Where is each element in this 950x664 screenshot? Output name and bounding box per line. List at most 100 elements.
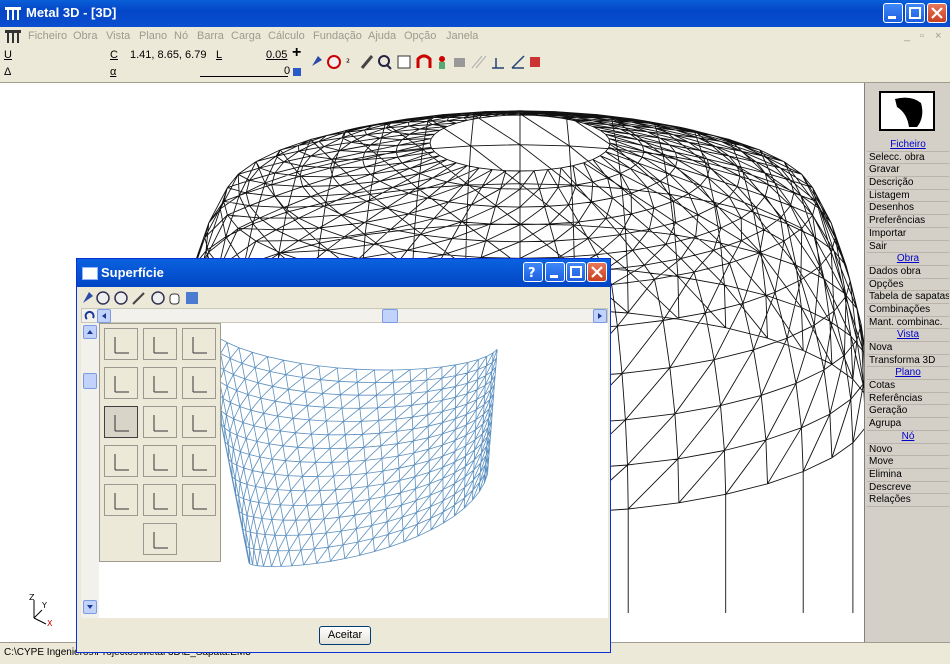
step-value[interactable]: 0.05 xyxy=(266,49,287,61)
rotate-icon[interactable] xyxy=(83,309,97,322)
horizontal-scroll-thumb[interactable] xyxy=(382,309,398,323)
command-item[interactable]: Descreve xyxy=(867,482,949,495)
mdi-minimize-icon[interactable]: _ xyxy=(904,30,910,42)
view-orientation-button[interactable] xyxy=(104,406,138,438)
dialog-toolbar[interactable] xyxy=(80,289,240,307)
view-orientation-button[interactable] xyxy=(182,445,216,477)
command-item[interactable]: Referências xyxy=(867,393,949,406)
view-orientation-button[interactable] xyxy=(143,328,177,360)
command-item[interactable]: Move xyxy=(867,456,949,469)
angle-slider[interactable] xyxy=(200,65,288,77)
dialog-footer: Aceitar xyxy=(77,620,610,652)
command-item[interactable]: Geração xyxy=(867,405,949,419)
toolbar: U Δ C 1.41, 8.65, 6.79 L α 0.05 + 0 ² xyxy=(0,44,950,83)
arrow-right-icon xyxy=(598,313,602,319)
menu-ajuda[interactable]: Ajuda xyxy=(368,30,396,42)
command-item[interactable]: Descrição xyxy=(867,177,949,190)
scroll-left-button[interactable] xyxy=(97,309,111,323)
view-orientation-button[interactable] xyxy=(182,406,216,438)
view-orientation-button[interactable] xyxy=(182,484,216,516)
plus-button[interactable]: + xyxy=(292,44,301,62)
mdi-close-icon[interactable]: × xyxy=(935,30,941,42)
axis-view-icon xyxy=(114,415,129,432)
menu-plano[interactable]: Plano xyxy=(139,30,167,42)
accept-button[interactable]: Aceitar xyxy=(319,626,371,645)
minimize-button[interactable] xyxy=(883,3,903,23)
zoom-level-icon: ² xyxy=(346,58,350,69)
menu-janela[interactable]: Janela xyxy=(446,30,478,42)
mdi-restore-icon[interactable]: ▫ xyxy=(920,30,924,42)
vertical-scroll-thumb[interactable] xyxy=(83,373,97,389)
command-item[interactable]: Sair xyxy=(867,241,949,254)
alpha-label[interactable]: α xyxy=(110,66,116,78)
view-orientation-button[interactable] xyxy=(143,406,177,438)
arrow-down-icon xyxy=(87,605,93,609)
command-item[interactable]: Transforma 3D xyxy=(867,355,949,368)
command-item[interactable]: Novo xyxy=(867,444,949,457)
menu-ficheiro[interactable]: Ficheiro xyxy=(28,30,67,42)
view-orientation-button[interactable] xyxy=(182,328,216,360)
axes-icon xyxy=(511,55,525,69)
view-orientation-button[interactable] xyxy=(104,367,138,399)
c-label[interactable]: C xyxy=(110,49,118,61)
command-item[interactable]: Cotas xyxy=(867,380,949,393)
l-label[interactable]: L xyxy=(216,49,222,61)
command-item[interactable]: Mant. combinac. xyxy=(867,317,949,330)
axis-view-icon xyxy=(192,493,207,510)
menu-calculo[interactable]: Cálculo xyxy=(268,30,305,42)
view-orientation-button[interactable] xyxy=(104,445,138,477)
view-orientation-button[interactable] xyxy=(143,484,177,516)
menu-barra[interactable]: Barra xyxy=(197,30,224,42)
delta-label[interactable]: Δ xyxy=(4,66,11,78)
view-orientation-button[interactable] xyxy=(104,328,138,360)
command-item[interactable]: Agrupa xyxy=(867,418,949,431)
command-item[interactable]: Gravar xyxy=(867,164,949,178)
scroll-down-button[interactable] xyxy=(83,600,97,614)
menu-vista[interactable]: Vista xyxy=(106,30,130,42)
command-item[interactable]: Listagem xyxy=(867,190,949,203)
dialog-maximize-button[interactable] xyxy=(566,262,586,282)
dialog-close-button[interactable] xyxy=(587,262,607,282)
logo-icon xyxy=(895,97,923,127)
menu-fundacao[interactable]: Fundação xyxy=(313,30,362,42)
minimize-icon xyxy=(888,16,896,19)
tool-icons[interactable]: ² xyxy=(308,52,588,72)
command-item[interactable]: Desenhos xyxy=(867,202,949,216)
menu-obra[interactable]: Obra xyxy=(73,30,97,42)
dxf-icon xyxy=(397,55,411,69)
draw-icon xyxy=(132,292,145,305)
command-item[interactable]: Dados obra xyxy=(867,266,949,279)
dialog-minimize-button[interactable] xyxy=(545,262,565,282)
database-icon[interactable] xyxy=(292,67,302,77)
vertical-scrollbar[interactable] xyxy=(81,323,100,618)
menu-carga[interactable]: Carga xyxy=(231,30,261,42)
command-item[interactable]: Nova xyxy=(867,342,949,355)
menu-opcao[interactable]: Opção xyxy=(404,30,436,42)
command-item[interactable]: Elimina xyxy=(867,469,949,482)
app-menu-icon[interactable] xyxy=(5,29,21,43)
menu-no[interactable]: Nó xyxy=(174,30,188,42)
u-label[interactable]: U xyxy=(4,49,12,61)
mirror-icon xyxy=(471,55,487,69)
scroll-right-button[interactable] xyxy=(593,309,607,323)
view-orientation-button[interactable] xyxy=(104,484,138,516)
command-item[interactable]: Preferências xyxy=(867,215,949,228)
maximize-button[interactable] xyxy=(905,3,925,23)
command-item[interactable]: Opções xyxy=(867,279,949,292)
command-item[interactable]: Relações xyxy=(867,494,949,507)
axis-view-icon xyxy=(192,337,207,354)
view-orientation-button[interactable] xyxy=(143,523,177,555)
command-item[interactable]: Selecc. obra xyxy=(867,152,949,165)
surface-preview[interactable] xyxy=(99,323,608,618)
svg-text:X: X xyxy=(47,619,53,628)
scroll-up-button[interactable] xyxy=(83,325,97,339)
command-item[interactable]: Importar xyxy=(867,228,949,241)
close-button[interactable] xyxy=(927,3,947,23)
help-button[interactable]: ? xyxy=(523,262,543,282)
view-orientation-button[interactable] xyxy=(143,445,177,477)
view-orientation-button[interactable] xyxy=(143,367,177,399)
horizontal-scrollbar[interactable] xyxy=(81,308,608,323)
command-item[interactable]: Tabela de sapatas xyxy=(867,291,949,304)
view-orientation-button[interactable] xyxy=(182,367,216,399)
command-item[interactable]: Combinações xyxy=(867,304,949,317)
